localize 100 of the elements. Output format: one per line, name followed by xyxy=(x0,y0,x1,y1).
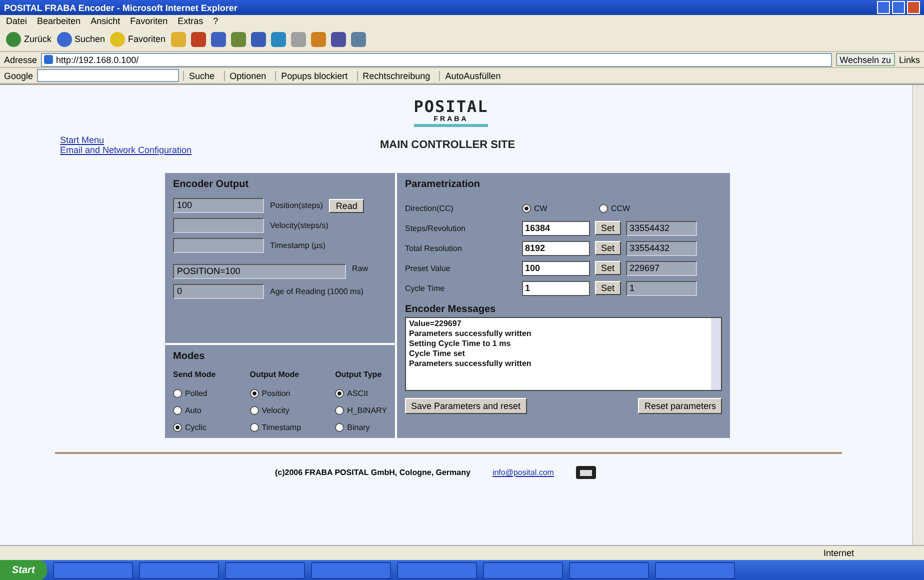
copyright-text: (c)2006 FRABA POSITAL GmbH, Cologne, Germany xyxy=(275,468,470,477)
parameter-label: Cycle Time xyxy=(405,284,446,292)
action-button[interactable]: Save Parameters and reset xyxy=(405,398,527,414)
toolbar-icon[interactable] xyxy=(330,32,346,46)
radio-option[interactable]: Position xyxy=(250,389,302,398)
radio-option[interactable]: Timestamp xyxy=(250,423,302,432)
parameter-label: Total Resolution xyxy=(405,244,463,252)
menu-item[interactable]: ? xyxy=(213,16,218,26)
panel-title: Modes xyxy=(173,351,206,362)
field-label: Timestamp (µs) xyxy=(270,241,326,250)
field-label: Raw xyxy=(352,264,368,273)
nav-link[interactable]: Start Menu xyxy=(60,135,380,145)
radio-option[interactable]: ASCII xyxy=(335,389,387,398)
readout-field: 100 xyxy=(173,198,264,213)
toolbar-icon[interactable] xyxy=(350,32,366,46)
links-label[interactable]: Links xyxy=(898,54,920,64)
message-line: Parameters successfully written xyxy=(409,329,532,339)
google-toolbar-item[interactable]: AutoAusfüllen xyxy=(439,70,506,80)
menu-item[interactable]: Bearbeiten xyxy=(37,16,81,26)
radio-option[interactable]: Binary xyxy=(335,423,387,432)
taskbar-button[interactable] xyxy=(568,562,649,578)
message-line: Setting Cycle Time to 1 ms xyxy=(409,339,512,349)
go-button[interactable]: Wechseln zu xyxy=(836,53,895,66)
menu-item[interactable]: Ansicht xyxy=(90,16,120,26)
logo-name: POSITAL xyxy=(414,97,488,116)
taskbar-button[interactable] xyxy=(224,562,305,578)
taskbar-button[interactable] xyxy=(52,562,133,578)
action-button[interactable]: Reset parameters xyxy=(638,398,722,414)
radio-option[interactable]: Polled xyxy=(173,389,216,398)
page-heading: MAIN CONTROLLER SITE xyxy=(380,139,516,151)
toolbar-button[interactable]: Favoriten xyxy=(110,32,166,46)
radio-option[interactable]: Cyclic xyxy=(173,423,216,432)
toolbar-button[interactable]: Suchen xyxy=(56,32,106,46)
set-button[interactable]: Set xyxy=(595,221,621,235)
message-line: Cycle Time set xyxy=(409,349,466,359)
toolbar-icon[interactable] xyxy=(270,32,286,46)
google-label: Google xyxy=(4,70,34,80)
start-button[interactable]: Start xyxy=(0,560,47,580)
column-heading: Output Mode xyxy=(250,370,300,379)
menu-item[interactable]: Favoriten xyxy=(130,16,168,26)
toolbar-button[interactable]: Zurück xyxy=(6,32,52,46)
scrollbar[interactable] xyxy=(711,318,721,390)
toolbar-icon[interactable] xyxy=(230,32,246,46)
google-search-field[interactable] xyxy=(37,69,180,82)
readout-field: 0 xyxy=(173,284,264,299)
google-toolbar-item[interactable]: Popups blockiert xyxy=(275,70,353,80)
radio-option[interactable]: Velocity xyxy=(250,406,302,415)
taskbar-button[interactable] xyxy=(396,562,477,578)
menu-item[interactable]: Datei xyxy=(6,16,28,26)
taskbar-button[interactable] xyxy=(310,562,391,578)
read-button[interactable]: Read xyxy=(328,198,364,212)
envelope-icon[interactable] xyxy=(576,466,596,479)
panel-title: Encoder Messages xyxy=(405,304,497,315)
google-toolbar-item[interactable]: Rechtschreibung xyxy=(356,70,436,80)
column-heading: Output Type xyxy=(335,370,383,379)
toolbar-icon[interactable] xyxy=(250,32,266,46)
toolbar-icon[interactable] xyxy=(310,32,326,46)
toolbar-icon[interactable] xyxy=(210,32,226,46)
column-heading: Send Mode xyxy=(173,370,216,379)
google-toolbar-item[interactable]: Optionen xyxy=(224,70,272,80)
menu-item[interactable]: Extras xyxy=(178,16,204,26)
parameter-input[interactable]: 1 xyxy=(522,280,590,296)
window-title: POSITAL FRABA Encoder - Microsoft Internet Explorer xyxy=(4,2,238,12)
radio-option[interactable]: CCW xyxy=(599,204,671,212)
toolbar-icon[interactable] xyxy=(190,32,206,46)
parameter-label: Direction(CC) xyxy=(405,204,454,212)
current-value-field: 229697 xyxy=(626,260,697,276)
field-label: Position(steps) xyxy=(270,201,323,210)
set-button[interactable]: Set xyxy=(595,261,621,275)
set-button[interactable]: Set xyxy=(595,281,621,295)
parameter-input[interactable]: 100 xyxy=(522,260,590,276)
close-button[interactable] xyxy=(907,1,920,14)
parameter-label: Steps/Revolution xyxy=(405,224,466,232)
taskbar-button[interactable] xyxy=(654,562,735,578)
page-scrollbar[interactable] xyxy=(912,85,924,545)
email-link[interactable]: info@posital.com xyxy=(492,468,554,477)
current-value-field: 33554432 xyxy=(626,240,697,256)
current-value-field: 33554432 xyxy=(626,220,697,236)
maximize-button[interactable] xyxy=(892,1,905,14)
address-label: Adresse xyxy=(4,54,38,64)
message-line: Value=229697 xyxy=(409,319,462,329)
radio-option[interactable]: CW xyxy=(522,204,594,212)
parameter-label: Preset Value xyxy=(405,264,452,272)
field-label: Age of Reading (1000 ms) xyxy=(270,287,364,296)
radio-option[interactable]: Auto xyxy=(173,406,216,415)
radio-option[interactable]: H_BINARY xyxy=(335,406,387,415)
panel-title: Parametrization xyxy=(405,179,482,190)
nav-link[interactable]: Email and Network Configuration xyxy=(60,145,380,155)
message-line: Parameters successfully written xyxy=(409,359,532,369)
current-value-field: 1 xyxy=(626,280,697,296)
parameter-input[interactable]: 16384 xyxy=(522,220,590,236)
taskbar-button[interactable] xyxy=(138,562,219,578)
google-toolbar-item[interactable]: Suche xyxy=(183,70,220,80)
minimize-button[interactable] xyxy=(877,1,890,14)
set-button[interactable]: Set xyxy=(595,241,621,255)
field-label: Velocity(steps/s) xyxy=(270,221,328,230)
taskbar-button[interactable] xyxy=(482,562,563,578)
address-field[interactable]: http://192.168.0.100/ xyxy=(41,52,832,66)
zone-label: Internet xyxy=(823,548,854,558)
parameter-input[interactable]: 8192 xyxy=(522,240,590,256)
